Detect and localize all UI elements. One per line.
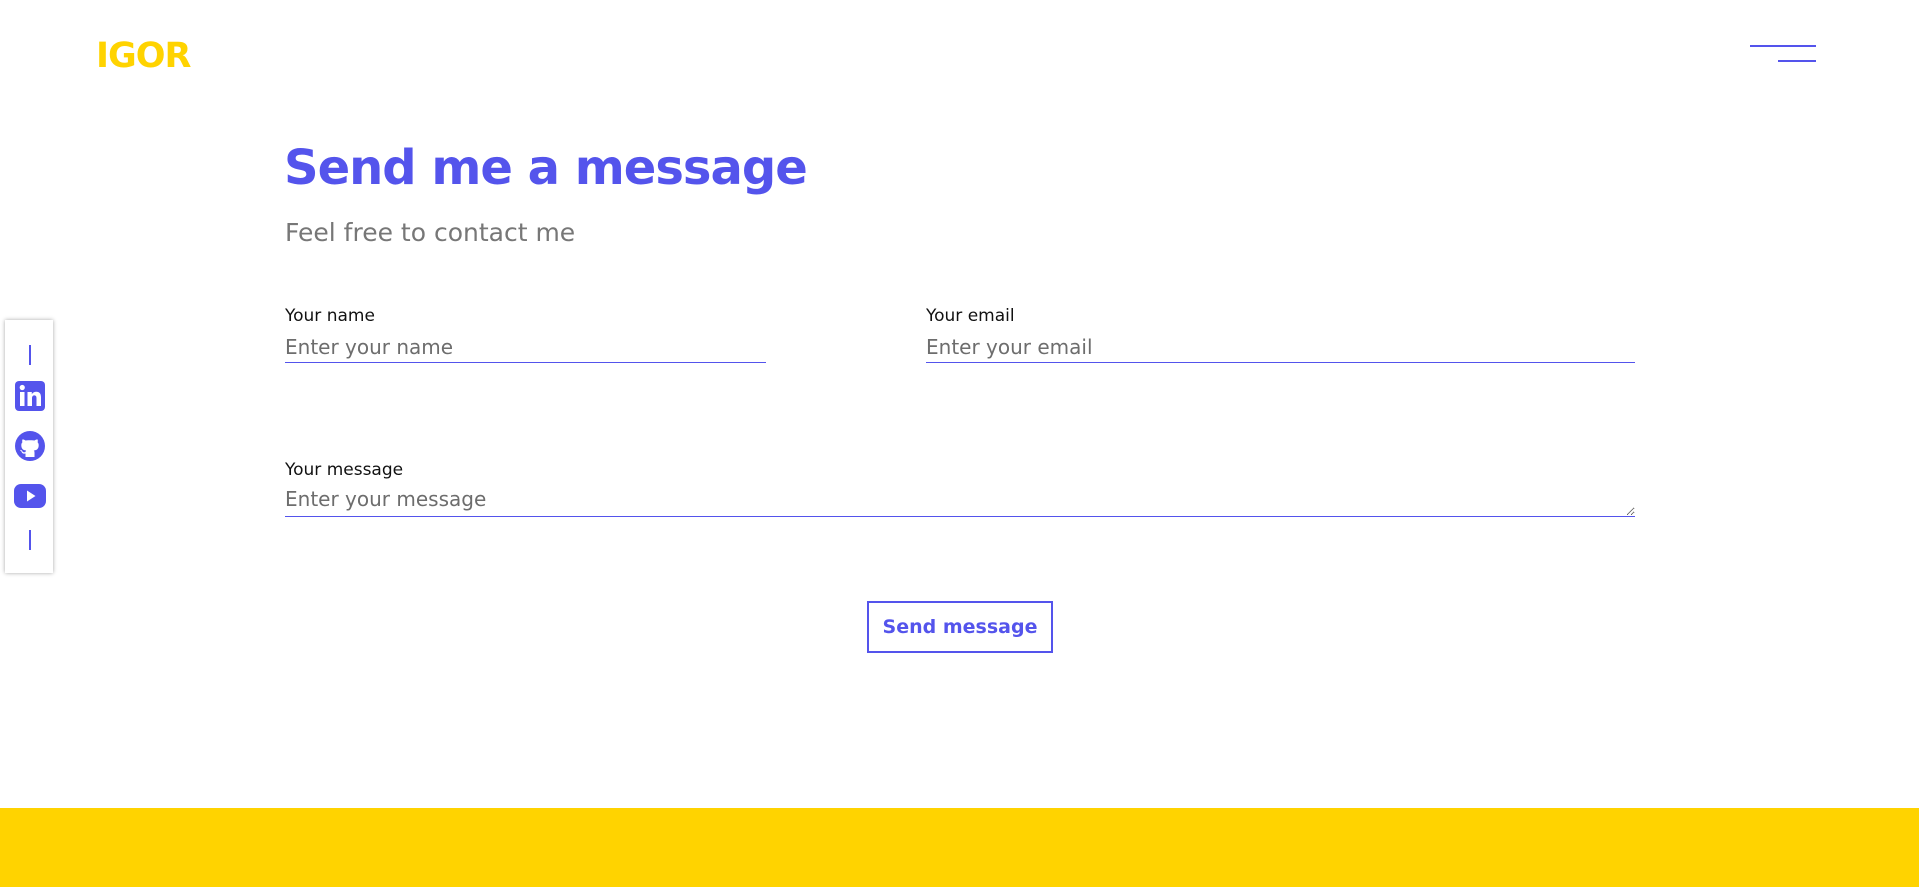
- youtube-icon[interactable]: [14, 480, 46, 512]
- linkedin-icon[interactable]: [14, 380, 46, 412]
- contact-page: IGOR Send me a message Feel free to cont…: [0, 0, 1919, 887]
- footer-band: [0, 808, 1919, 887]
- page-subtitle: Feel free to contact me: [285, 218, 576, 247]
- name-label: Your name: [285, 306, 375, 326]
- send-message-button[interactable]: Send message: [867, 601, 1053, 653]
- message-textarea[interactable]: [285, 487, 1635, 517]
- hamburger-menu-icon[interactable]: [1748, 38, 1818, 68]
- email-label: Your email: [926, 306, 1015, 326]
- github-icon[interactable]: [14, 430, 46, 462]
- message-label: Your message: [285, 460, 404, 480]
- page-title: Send me a message: [284, 140, 808, 196]
- logo[interactable]: IGOR: [96, 36, 191, 76]
- email-input[interactable]: [926, 333, 1635, 363]
- menu-line-long: [1750, 45, 1816, 47]
- sidebar-divider-top: [29, 345, 31, 365]
- social-sidebar: [5, 320, 53, 573]
- menu-line-short: [1778, 60, 1816, 62]
- name-input[interactable]: [285, 333, 766, 363]
- sidebar-divider-bottom: [29, 530, 31, 550]
